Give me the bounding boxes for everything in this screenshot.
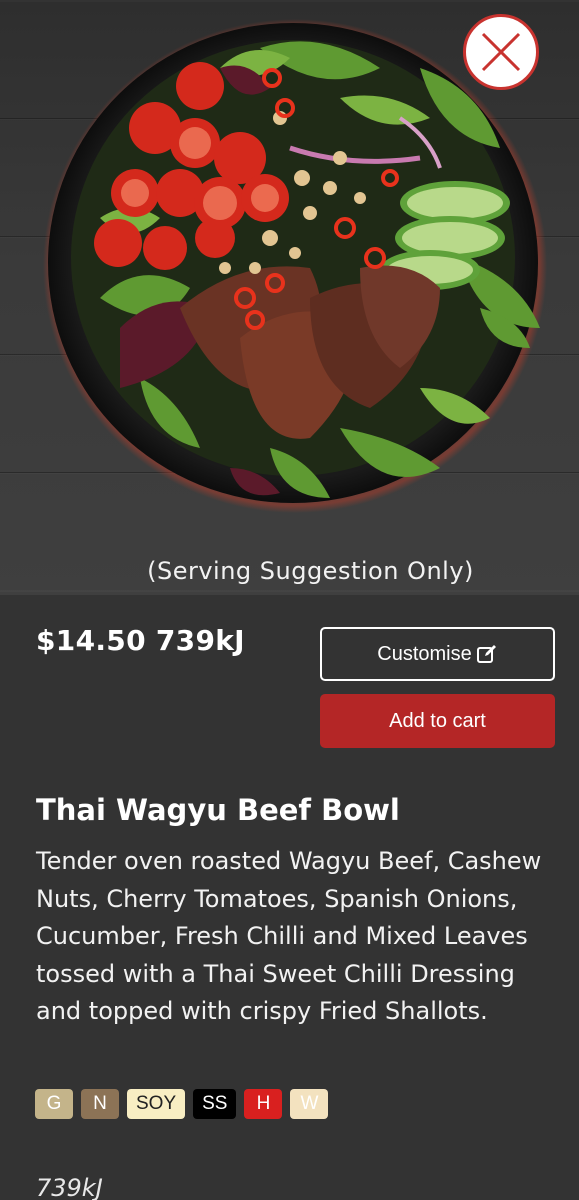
dietary-badge-label: H (256, 1093, 271, 1114)
product-title: Thai Wagyu Beef Bowl (36, 793, 400, 827)
close-icon (481, 32, 521, 72)
dietary-badge-label: SOY (136, 1093, 177, 1114)
dietary-badge-n: N (81, 1089, 119, 1119)
dietary-badge-g: G (35, 1089, 73, 1119)
price-and-energy: $14.50 739kJ (36, 624, 245, 657)
food-bowl-image (43, 19, 547, 513)
hero-image-area: (Serving Suggestion Only) (0, 0, 579, 595)
add-to-cart-label: Add to cart (389, 709, 486, 732)
serving-suggestion-caption: (Serving Suggestion Only) (147, 557, 474, 585)
customise-button-label: Customise (377, 642, 472, 665)
dietary-badge-label: G (46, 1093, 62, 1114)
customise-button[interactable]: Customise (320, 627, 555, 681)
dietary-badge-w: W (290, 1089, 329, 1119)
dietary-badge-label: N (93, 1093, 107, 1114)
add-to-cart-button[interactable]: Add to cart (320, 694, 555, 748)
dietary-badge-ss: SS (193, 1089, 237, 1119)
close-button[interactable] (463, 14, 539, 90)
dietary-badge-label: SS (202, 1093, 228, 1114)
dietary-badge-h: H (244, 1089, 283, 1119)
dietary-badge-soy: SOY (127, 1089, 186, 1119)
edit-icon (476, 645, 496, 663)
dietary-badge-label: W (300, 1093, 319, 1114)
dietary-badges: G N SOY SS H W (35, 1089, 329, 1119)
energy-footer: 739kJ (36, 1174, 103, 1200)
product-description: Tender oven roasted Wagyu Beef, Cashew N… (36, 847, 542, 1025)
